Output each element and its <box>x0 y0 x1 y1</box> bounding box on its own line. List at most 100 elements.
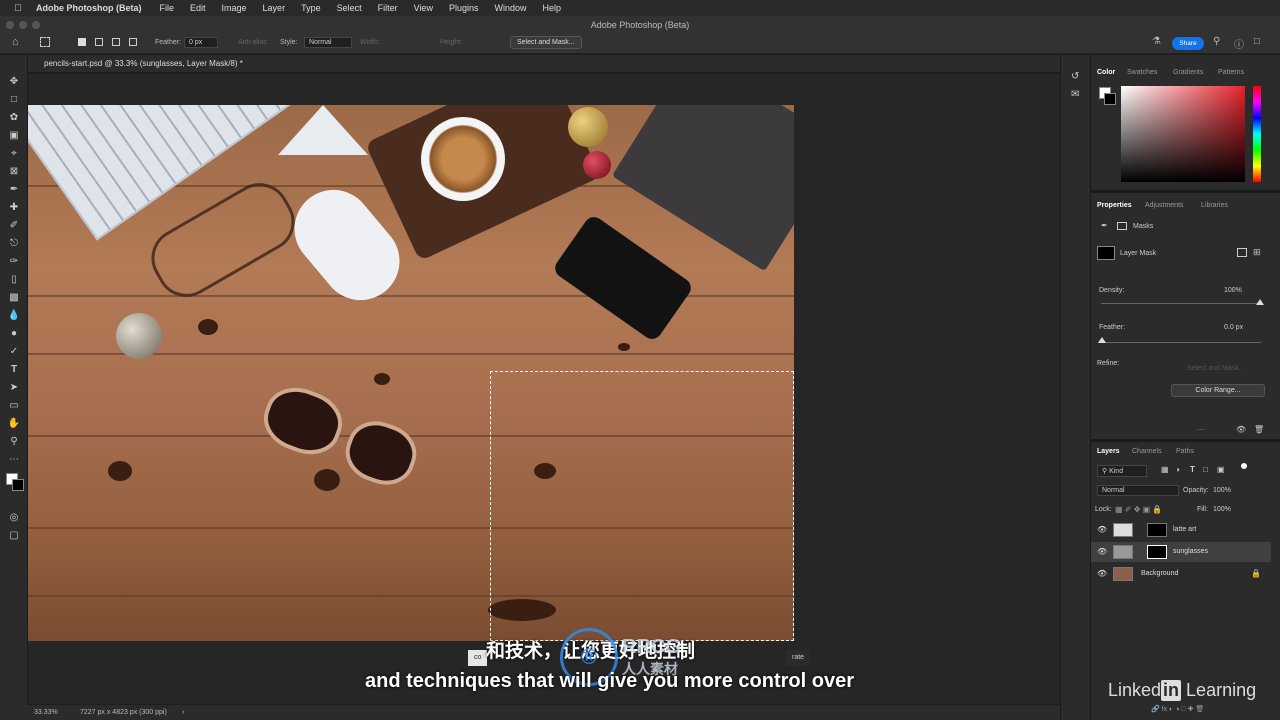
marquee-selection[interactable] <box>490 371 794 641</box>
feather-slider[interactable] <box>1101 342 1261 343</box>
select-mask-icon[interactable] <box>1237 248 1247 257</box>
history-brush-icon[interactable]: ✑ <box>6 255 22 269</box>
zoom-level[interactable]: 33.33% <box>34 709 58 716</box>
flask-icon[interactable]: ⚗ <box>1152 36 1161 47</box>
type-tool-icon[interactable]: T <box>6 363 22 377</box>
menu-file[interactable]: File <box>152 3 183 13</box>
menu-type[interactable]: Type <box>293 3 329 13</box>
vector-mask-icon[interactable]: ⊞ <box>1253 247 1261 258</box>
home-icon[interactable]: ⌂ <box>12 36 19 48</box>
tab-gradients[interactable]: Gradients <box>1173 69 1203 76</box>
load-selection-icon[interactable]: ⋯ <box>1197 425 1205 434</box>
document-tab[interactable]: pencils-start.psd @ 33.3% (sunglasses, L… <box>28 55 1060 73</box>
blend-mode-select[interactable]: Normal <box>1097 485 1179 496</box>
tab-swatches[interactable]: Swatches <box>1127 69 1157 76</box>
menu-window[interactable]: Window <box>486 3 534 13</box>
background-color-swatch[interactable] <box>1104 93 1116 105</box>
comment-icon[interactable]: ✉ <box>1071 89 1079 100</box>
tab-color[interactable]: Color <box>1097 69 1115 76</box>
hue-slider[interactable] <box>1253 86 1261 182</box>
healing-tool-icon[interactable]: ✚ <box>6 201 22 215</box>
background-color-swatch[interactable] <box>12 479 24 491</box>
object-select-tool-icon[interactable]: ▣ <box>6 129 22 143</box>
eraser-tool-icon[interactable]: ▯ <box>6 273 22 287</box>
crop-tool-icon[interactable]: ⌖ <box>6 147 22 161</box>
lasso-tool-icon[interactable]: ✿ <box>6 111 22 125</box>
feather-value[interactable]: 0.0 px <box>1224 324 1243 331</box>
menu-layer[interactable]: Layer <box>255 3 294 13</box>
menu-plugins[interactable]: Plugins <box>441 3 487 13</box>
layer-row-sunglasses[interactable]: 👁 sunglasses <box>1091 542 1271 562</box>
intersect-selection-icon[interactable] <box>129 38 137 46</box>
shape-tool-icon[interactable]: ▭ <box>6 399 22 413</box>
opacity-value[interactable]: 100% <box>1213 487 1231 494</box>
marquee-tool-icon[interactable] <box>40 37 50 47</box>
tab-adjustments[interactable]: Adjustments <box>1145 202 1184 209</box>
marquee-tool-icon[interactable]: □ <box>6 93 22 107</box>
eye-icon[interactable]: 👁 <box>1097 569 1107 578</box>
frame-tool-icon[interactable]: ⊠ <box>6 165 22 179</box>
gradient-tool-icon[interactable]: ▩ <box>6 291 22 305</box>
color-range-button[interactable]: Color Range... <box>1171 384 1265 397</box>
subtract-selection-icon[interactable] <box>112 38 120 46</box>
hand-tool-icon[interactable]: ✋ <box>6 417 22 431</box>
quick-mask-icon[interactable]: ◎ <box>6 511 22 525</box>
more-tools-icon[interactable]: ⋯ <box>6 453 22 467</box>
eyedropper-tool-icon[interactable]: ✒ <box>6 183 22 197</box>
eye-icon[interactable]: 👁 <box>1097 525 1107 534</box>
help-icon[interactable]: ⓘ <box>1234 36 1244 51</box>
menu-select[interactable]: Select <box>329 3 370 13</box>
mask-pixel-icon[interactable]: ✒ <box>1101 221 1108 230</box>
layer-row-background[interactable]: 👁 Background 🔒 <box>1091 564 1271 584</box>
apple-icon[interactable]:  <box>0 3 36 14</box>
feather-slider-handle[interactable] <box>1098 337 1106 343</box>
filter-type-icon[interactable]: T <box>1190 465 1195 474</box>
add-selection-icon[interactable] <box>95 38 103 46</box>
path-select-tool-icon[interactable]: ➤ <box>6 381 22 395</box>
new-selection-icon[interactable] <box>78 38 86 46</box>
zoom-window-button[interactable] <box>32 21 40 29</box>
tab-libraries[interactable]: Libraries <box>1201 202 1228 209</box>
antialias-checkbox[interactable]: Anti-alias <box>238 39 267 46</box>
tab-layers[interactable]: Layers <box>1097 448 1120 455</box>
zoom-tool-icon[interactable]: ⚲ <box>6 435 22 449</box>
history-icon[interactable]: ↺ <box>1071 71 1079 82</box>
app-menu[interactable]: Adobe Photoshop (Beta) <box>36 3 152 13</box>
color-picker-field[interactable] <box>1121 86 1245 182</box>
stamp-tool-icon[interactable]: ⎋ <box>6 237 22 251</box>
fill-value[interactable]: 100% <box>1213 506 1231 513</box>
select-and-mask-button[interactable]: Select and Mask... <box>1187 365 1245 372</box>
lock-icons[interactable]: ▦ ✐ ✥ ▣ 🔒 <box>1115 505 1162 514</box>
tab-channels[interactable]: Channels <box>1132 448 1162 455</box>
workspace-icon[interactable]: □ <box>1254 36 1260 47</box>
delete-mask-icon[interactable]: 🗑 <box>1254 425 1264 434</box>
menu-filter[interactable]: Filter <box>370 3 406 13</box>
layer-mask-thumbnail[interactable] <box>1147 523 1167 537</box>
brush-tool-icon[interactable]: ✐ <box>6 219 22 233</box>
density-value[interactable]: 100% <box>1224 287 1242 294</box>
chevron-right-icon[interactable]: › <box>182 709 184 716</box>
style-select[interactable]: Normal <box>304 37 352 48</box>
layer-row-latte-art[interactable]: 👁 latte art <box>1091 520 1271 540</box>
search-icon[interactable]: ⚲ <box>1213 36 1220 47</box>
pen-tool-icon[interactable]: ✓ <box>6 345 22 359</box>
tab-patterns[interactable]: Patterns <box>1218 69 1244 76</box>
close-window-button[interactable] <box>6 21 14 29</box>
filter-smart-icon[interactable]: ▣ <box>1217 465 1225 474</box>
filter-shape-icon[interactable]: □ <box>1203 465 1208 474</box>
filter-image-icon[interactable]: ▦ <box>1161 465 1169 474</box>
tab-paths[interactable]: Paths <box>1176 448 1194 455</box>
layer-actions-bar[interactable]: 🔗 fx ◐ ◑ □ ✚ 🗑 <box>1151 705 1204 713</box>
share-button[interactable]: Share <box>1172 37 1204 50</box>
layer-mask-thumbnail[interactable] <box>1147 545 1167 559</box>
menu-view[interactable]: View <box>406 3 441 13</box>
density-slider-handle[interactable] <box>1256 299 1264 305</box>
filter-kind-select[interactable]: ⚲ Kind <box>1097 465 1147 477</box>
screen-mode-icon[interactable]: ▢ <box>6 529 22 543</box>
menu-help[interactable]: Help <box>535 3 570 13</box>
dodge-tool-icon[interactable]: ● <box>6 327 22 341</box>
move-tool-icon[interactable]: ✥ <box>6 75 22 89</box>
minimize-window-button[interactable] <box>19 21 27 29</box>
eye-icon[interactable]: 👁 <box>1097 547 1107 556</box>
menu-edit[interactable]: Edit <box>182 3 214 13</box>
